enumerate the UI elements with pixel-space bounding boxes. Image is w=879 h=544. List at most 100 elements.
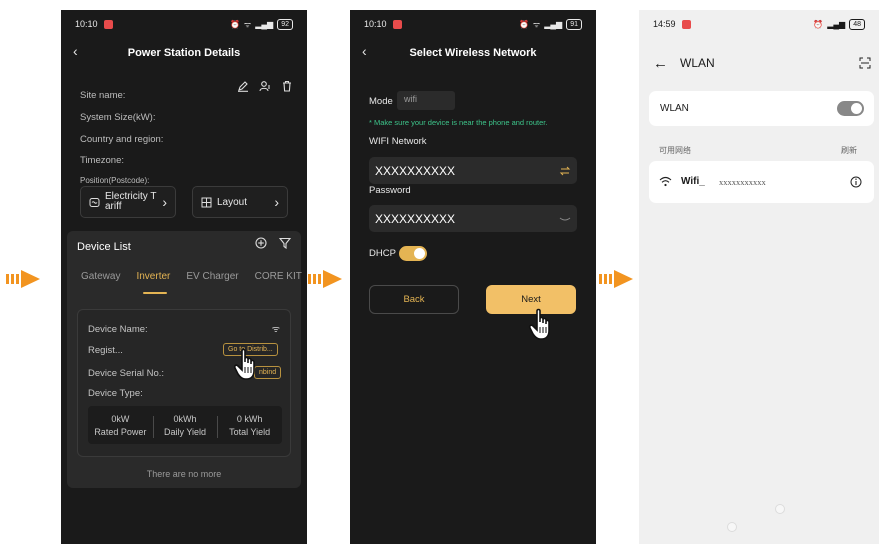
chevron-right-icon: › — [162, 194, 167, 210]
wlan-label: WLAN — [660, 103, 689, 114]
switch-network-icon[interactable] — [559, 165, 571, 177]
tab-core-kit[interactable]: CORE KIT — [255, 271, 302, 282]
toggle-knob — [414, 248, 425, 259]
layout-label: Layout — [217, 196, 248, 208]
device-serial-label: Device Serial No.: — [88, 368, 165, 379]
stat-value: 0 kWh — [236, 413, 263, 424]
electricity-tariff-label: Electricity T ariff — [105, 191, 157, 212]
position-label: Position(Postcode): — [80, 176, 150, 185]
power-station-details-screen: 10:10 ⏰ ᯤ ▂▄▆ 92 ‹ Power Station Details Si… — [61, 10, 307, 544]
notification-icon — [392, 19, 402, 29]
tab-ev-charger[interactable]: EV Charger — [186, 271, 238, 282]
edit-icon[interactable] — [237, 80, 249, 92]
stat-label: Total Yield — [229, 426, 271, 437]
add-device-icon[interactable] — [255, 237, 267, 249]
dhcp-label: DHCP — [369, 248, 396, 259]
status-time: 14:59 — [653, 19, 676, 29]
status-bar: 10:10 ⏰ ᯤ ▂▄▆ 92 — [61, 10, 307, 38]
chevron-right-icon: › — [274, 194, 279, 210]
back-arrow-icon[interactable]: ← — [653, 55, 668, 72]
page-title: Power Station Details — [127, 47, 241, 59]
back-button[interactable]: Back — [369, 285, 459, 314]
nav-bar: ← WLAN — [639, 50, 879, 76]
status-bar: 10:10 ⏰ ᯤ ▂▄▆ 91 — [350, 10, 596, 38]
battery-indicator: 48 — [849, 18, 865, 30]
status-bar: 14:59 ⏰ ▂▄▆ 48 — [639, 10, 879, 38]
device-list-actions — [255, 237, 291, 249]
system-size-label: System Size(kW): — [80, 112, 156, 123]
battery-indicator: 92 — [277, 18, 293, 30]
step-arrow-icon — [308, 270, 342, 288]
page-title: Select Wireless Network — [409, 47, 537, 59]
country-region-label: Country and region: — [80, 134, 164, 145]
network-name-suffix: xxxxxxxxxxx — [719, 177, 766, 187]
network-list-item[interactable]: Wifi_ xxxxxxxxxxx — [649, 161, 874, 203]
regist-label: Regist... — [88, 345, 123, 356]
wlan-settings-screen: 14:59 ⏰ ▂▄▆ 48 ← WLAN WLAN 可用网络 刷新 Wifi_ x… — [639, 10, 879, 544]
page-title: WLAN — [680, 56, 715, 70]
proximity-hint: * Make sure your device is near the phon… — [369, 118, 548, 127]
timezone-label: Timezone: — [80, 155, 124, 166]
alarm-icon: ⏰ — [813, 19, 824, 29]
device-tabs: Gateway Inverter EV Charger CORE KIT — [81, 271, 302, 282]
step-arrow-icon — [599, 270, 633, 288]
filter-icon[interactable] — [279, 237, 291, 249]
stat-label: Daily Yield — [163, 426, 207, 437]
stat-value: 0kWh — [173, 413, 197, 424]
wlan-toggle[interactable] — [837, 101, 864, 116]
notification-icon — [103, 19, 113, 29]
wifi-network-label: WIFI Network — [369, 136, 427, 147]
available-networks-label: 可用网络 — [659, 146, 691, 155]
faded-touch-indicator — [727, 522, 737, 532]
wifi-status-icon: ᯤ — [243, 19, 252, 29]
notification-icon — [681, 19, 691, 29]
nav-bar: ‹ Select Wireless Network — [350, 40, 596, 66]
wifi-network-field[interactable]: XXXXXXXXXX — [369, 157, 577, 184]
nav-bar: ‹ Power Station Details — [61, 40, 307, 66]
toggle-knob — [851, 103, 862, 114]
signal-icon: ▂▄▆ — [544, 19, 563, 29]
faded-touch-indicator — [775, 504, 785, 514]
layout-grid-icon — [201, 197, 212, 207]
eye-closed-icon[interactable] — [559, 215, 571, 223]
wifi-network-value: XXXXXXXXXX — [375, 163, 456, 178]
stat-daily-yield: 0kWh Daily Yield — [152, 406, 218, 444]
site-name-label: Site name: — [80, 90, 126, 101]
tab-inverter[interactable]: Inverter — [136, 271, 170, 282]
layout-button[interactable]: Layout › — [192, 186, 288, 218]
dhcp-toggle[interactable] — [399, 246, 427, 261]
wifi-signal-icon — [659, 176, 672, 187]
info-icon[interactable] — [850, 176, 862, 188]
tap-hand-icon — [233, 348, 255, 380]
refresh-button[interactable]: 刷新 — [841, 145, 857, 156]
tab-gateway[interactable]: Gateway — [81, 271, 120, 282]
share-user-icon[interactable] — [259, 80, 271, 92]
mode-label: Mode — [369, 96, 393, 107]
tap-hand-icon — [528, 308, 550, 340]
password-value: XXXXXXXXXX — [375, 211, 456, 226]
wlan-toggle-card: WLAN — [649, 91, 874, 126]
password-field[interactable]: XXXXXXXXXX — [369, 205, 577, 232]
inverter-device-card: Device Name: ᯤ Regist... Go to Distrib..… — [77, 309, 291, 457]
alarm-icon: ⏰ — [229, 19, 240, 29]
electricity-tariff-button[interactable]: Electricity T ariff › — [80, 186, 176, 218]
stat-rated-power: 0kW Rated Power — [88, 406, 153, 444]
tutorial-stage: 10:10 ⏰ ᯤ ▂▄▆ 92 ‹ Power Station Details Si… — [0, 0, 879, 544]
back-arrow-icon[interactable]: ‹ — [362, 43, 367, 59]
signal-icon: ▂▄▆ — [827, 19, 846, 29]
delete-icon[interactable] — [281, 80, 293, 92]
stat-label: Rated Power — [94, 426, 147, 437]
back-arrow-icon[interactable]: ‹ — [73, 43, 78, 59]
site-actions — [237, 80, 293, 92]
device-list-panel: Device List Gateway Inverter EV Charger … — [67, 231, 302, 488]
scan-icon[interactable] — [859, 57, 871, 69]
tariff-icon — [89, 197, 100, 207]
signal-icon: ▂▄▆ — [255, 19, 274, 29]
active-tab-indicator — [143, 292, 167, 294]
device-stats: 0kW Rated Power 0kWh Daily Yield 0 kWh Tota… — [88, 406, 282, 444]
end-of-list-text: There are no more — [146, 469, 222, 479]
mode-select[interactable]: wifi — [397, 91, 455, 110]
password-label: Password — [369, 185, 411, 196]
select-wireless-network-screen: 10:10 ⏰ ᯤ ▂▄▆ 91 ‹ Select Wireless Network … — [350, 10, 596, 544]
status-time: 10:10 — [75, 19, 98, 29]
